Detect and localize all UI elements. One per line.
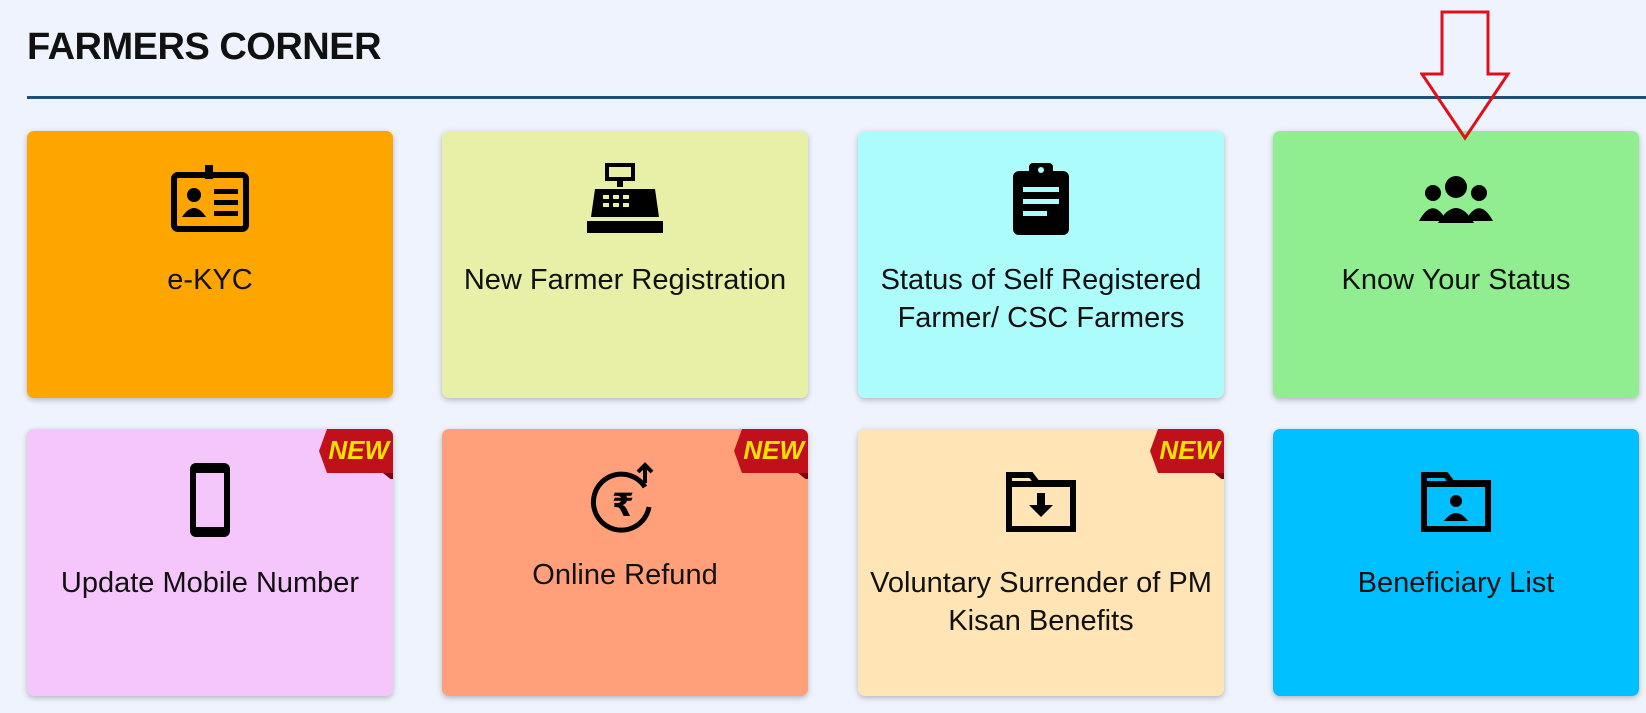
id-card-icon — [171, 165, 249, 232]
self-registered-status-card[interactable]: Status of Self Registered Farmer/ CSC Fa… — [858, 131, 1224, 398]
update-mobile-number-card[interactable]: NEW Update Mobile Number — [27, 429, 393, 696]
new-farmer-registration-card[interactable]: New Farmer Registration — [442, 131, 808, 398]
beneficiary-list-label: Beneficiary List — [1357, 567, 1555, 599]
mobile-phone-icon — [190, 463, 230, 537]
update-mobile-number-label: Update Mobile Number — [60, 567, 360, 599]
folder-download-icon — [1006, 472, 1076, 532]
folder-user-icon — [1421, 472, 1491, 532]
rupee-refund-icon: ₹ — [590, 462, 654, 533]
know-your-status-label: Know Your Status — [1341, 264, 1571, 296]
online-refund-label: Online Refund — [532, 559, 718, 591]
cash-register-icon — [587, 163, 663, 233]
new-badge: NEW — [328, 435, 389, 465]
online-refund-card[interactable]: ₹ NEW Online Refund — [442, 429, 808, 696]
self-registered-status-label: Status of Self Registered Farmer/ CSC Fa… — [880, 264, 1202, 334]
voluntary-surrender-label: Voluntary Surrender of PM Kisan Benefits — [870, 567, 1212, 637]
new-badge: NEW — [743, 435, 804, 465]
red-down-arrow-annotation — [1420, 10, 1511, 141]
new-badge: NEW — [1159, 435, 1220, 465]
ekyc-label: e-KYC — [167, 264, 253, 296]
voluntary-surrender-card[interactable]: NEW Voluntary Surrender of PM Kisan Bene… — [858, 429, 1224, 696]
know-your-status-card[interactable]: Know Your Status — [1273, 131, 1639, 398]
clipboard-list-icon — [1013, 163, 1069, 235]
beneficiary-list-card[interactable]: Beneficiary List — [1273, 429, 1639, 696]
svg-text:₹: ₹ — [612, 486, 634, 524]
section-divider — [27, 96, 1646, 99]
users-group-icon — [1419, 176, 1493, 223]
section-title: FARMERS CORNER — [27, 26, 382, 68]
ekyc-card[interactable]: e-KYC — [27, 131, 393, 398]
new-farmer-registration-label: New Farmer Registration — [463, 264, 787, 296]
